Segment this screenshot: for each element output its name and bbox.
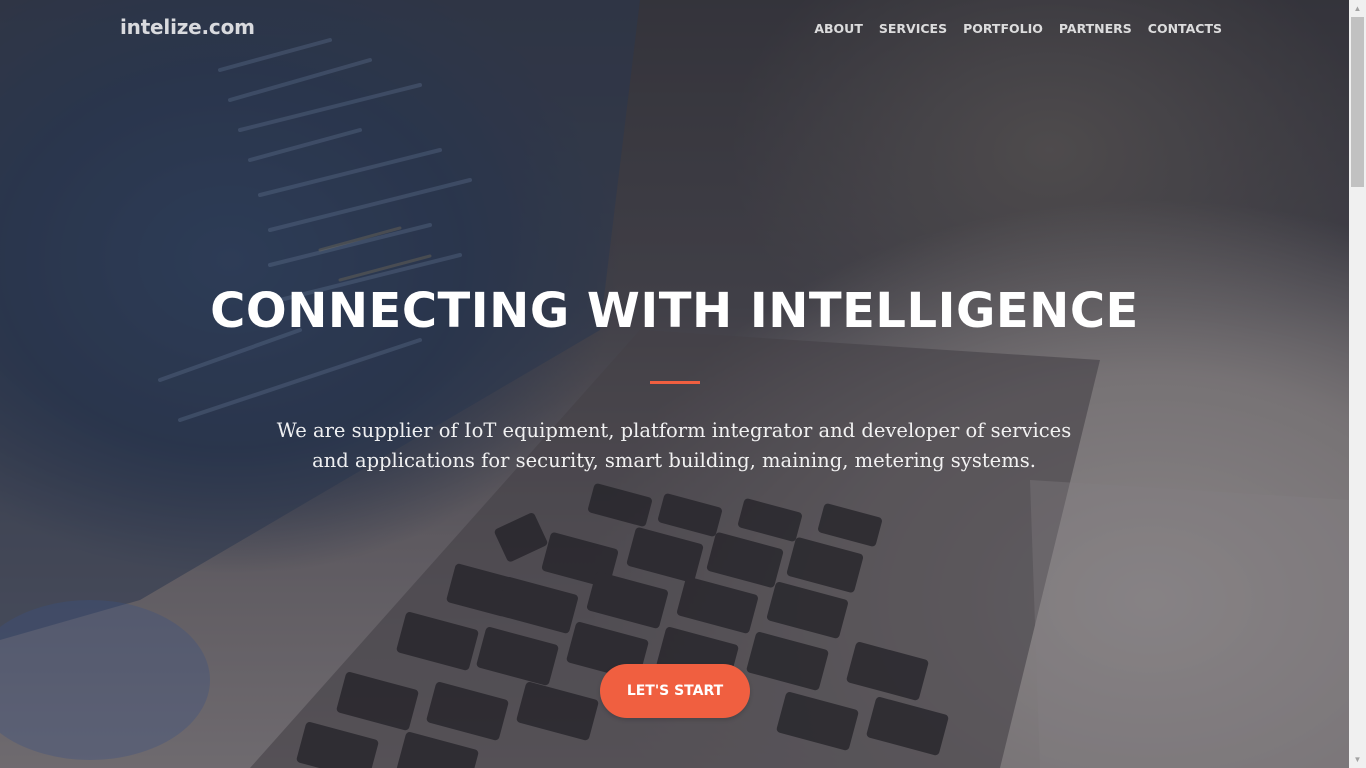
nav-link-partners[interactable]: PARTNERS: [1059, 21, 1132, 36]
brand-logo-link[interactable]: intelize.com: [120, 15, 255, 39]
vertical-scrollbar[interactable]: ▲ ▼: [1349, 0, 1366, 768]
lets-start-button[interactable]: LET'S START: [600, 664, 750, 718]
navbar: intelize.com ABOUT SERVICES PORTFOLIO PA…: [0, 0, 1349, 58]
chevron-up-icon[interactable]: ▲: [1349, 0, 1366, 17]
nav-link-contacts[interactable]: CONTACTS: [1148, 21, 1222, 36]
chevron-down-icon[interactable]: ▼: [1349, 751, 1366, 768]
hero-tagline-line2: and applications for security, smart bui…: [312, 449, 1036, 472]
hero-overlay: [0, 0, 1349, 768]
nav-link-services[interactable]: SERVICES: [879, 21, 947, 36]
nav-link-portfolio[interactable]: PORTFOLIO: [963, 21, 1043, 36]
scrollbar-thumb[interactable]: [1351, 17, 1364, 187]
hero-tagline-line1: We are supplier of IoT equipment, platfo…: [276, 419, 1072, 442]
hero-headline: CONNECTING WITH INTELLIGENCE: [210, 283, 1139, 339]
hero-tagline: We are supplier of IoT equipment, platfo…: [270, 416, 1078, 476]
nav-links: ABOUT SERVICES PORTFOLIO PARTNERS CONTAC…: [814, 21, 1222, 36]
nav-link-about[interactable]: ABOUT: [814, 21, 863, 36]
hero-divider: [650, 381, 700, 384]
page: intelize.com ABOUT SERVICES PORTFOLIO PA…: [0, 0, 1366, 768]
